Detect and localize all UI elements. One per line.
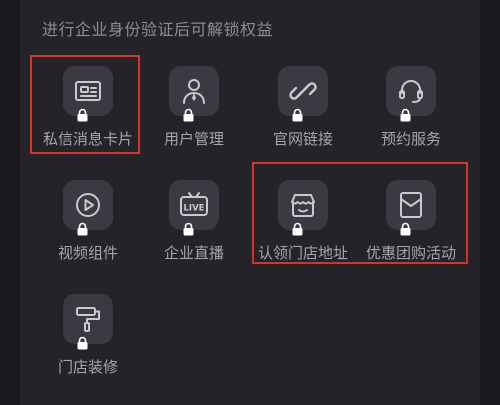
lock-icon	[400, 108, 411, 122]
feature-label: 视频组件	[57, 244, 118, 262]
lock-icon	[292, 108, 303, 122]
feature-store-decoration[interactable]: 门店装修	[32, 294, 144, 394]
feature-label: 企业直播	[163, 244, 224, 262]
feature-enterprise-live[interactable]: LIVE 企业直播	[138, 180, 250, 280]
benefits-panel: 进行企业身份验证后可解锁权益 私信消息卡片 用户管理 官网链接 预约服务 视频组…	[20, 0, 480, 405]
highlight-box-store-and-group-buy	[252, 162, 468, 264]
svg-text:LIVE: LIVE	[184, 204, 205, 214]
play-icon	[76, 193, 100, 217]
user-manage-icon	[183, 79, 205, 104]
feature-user-management[interactable]: 用户管理	[138, 66, 250, 166]
feature-appointment-service[interactable]: 预约服务	[355, 66, 467, 166]
lock-icon	[183, 108, 194, 122]
feature-label: 官网链接	[272, 130, 333, 148]
link-icon	[289, 82, 317, 100]
highlight-box-message-card	[30, 55, 140, 154]
paint-roller-icon	[76, 307, 100, 332]
feature-website-link[interactable]: 官网链接	[247, 66, 359, 166]
feature-video-component[interactable]: 视频组件	[32, 180, 144, 280]
lock-icon	[77, 222, 88, 236]
unlock-benefits-heading: 进行企业身份验证后可解锁权益	[42, 20, 274, 39]
headset-icon	[399, 80, 423, 103]
live-tv-icon: LIVE	[180, 192, 208, 216]
feature-label: 门店装修	[57, 358, 118, 376]
lock-icon	[77, 336, 88, 350]
feature-label: 用户管理	[163, 130, 224, 148]
feature-label: 预约服务	[380, 130, 441, 148]
lock-icon	[183, 222, 194, 236]
